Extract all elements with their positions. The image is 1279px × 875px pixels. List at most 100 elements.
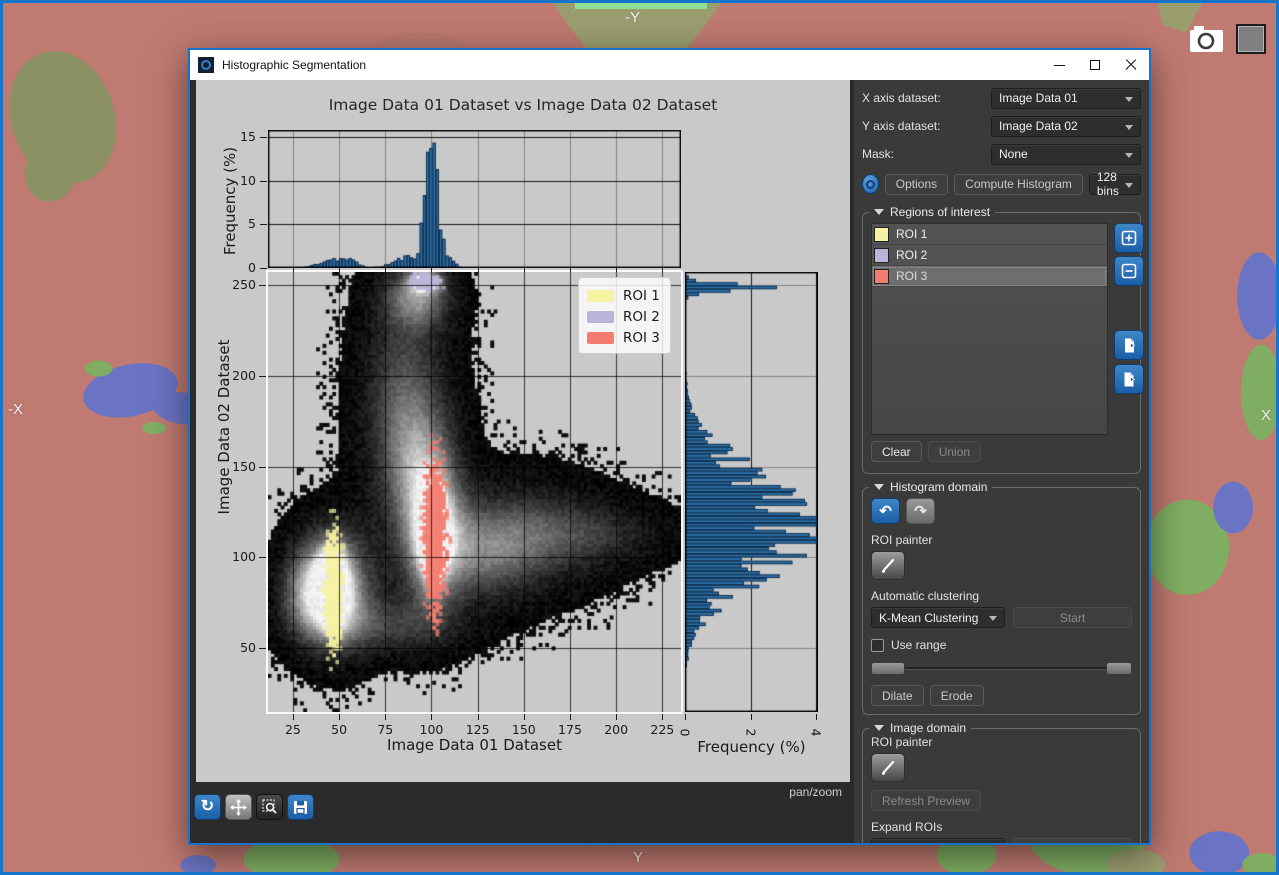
roi-list[interactable]: ROI 1 ROI 2 ROI 3	[871, 223, 1108, 435]
main-ylabel: Image Data 02 Dataset	[215, 337, 233, 517]
slider-handle-high[interactable]	[1106, 662, 1132, 675]
bg-axis-label-y: Y	[633, 849, 643, 866]
image-roi-painter-label: ROI painter	[871, 735, 1132, 749]
redo-button[interactable]: ↷	[906, 498, 935, 524]
roi-list-item-1[interactable]: ROI 1	[872, 224, 1107, 245]
tick-label: 10	[234, 173, 256, 188]
roi-list-item-2[interactable]: ROI 2	[872, 245, 1107, 266]
export-rois-button[interactable]	[1114, 364, 1144, 394]
tick-mark	[616, 268, 617, 272]
mask-dropdown[interactable]: None	[991, 144, 1141, 165]
tick-mark	[816, 714, 817, 720]
undo-button[interactable]: ↶	[871, 498, 900, 524]
legend-entry-roi-3: ROI 3	[587, 327, 660, 348]
use-range-label: Use range	[891, 638, 946, 652]
image-domain-group: Image domain ROI painter Refresh Preview…	[862, 728, 1141, 843]
toolbar-mode-status: pan/zoom	[789, 785, 842, 799]
expand-start-button[interactable]: Start	[1013, 838, 1132, 843]
zoom-rect-button[interactable]	[256, 794, 283, 820]
import-rois-button[interactable]	[1114, 330, 1144, 360]
legend-entry-roi-2: ROI 2	[587, 306, 660, 327]
right-xlabel: Frequency (%)	[685, 738, 818, 756]
chevron-down-icon	[1125, 153, 1133, 158]
desktop: -Y Y -X X Histographic Segmentation Imag…	[0, 0, 1279, 875]
close-button[interactable]	[1113, 50, 1149, 80]
home-reset-button[interactable]: ↻	[194, 794, 221, 820]
use-range-checkbox[interactable]	[871, 639, 884, 652]
chevron-down-icon	[1125, 183, 1133, 188]
y-axis-dataset-dropdown[interactable]: Image Data 02	[991, 116, 1141, 137]
bins-dropdown[interactable]: 128 bins	[1089, 174, 1141, 195]
tick-mark	[431, 268, 432, 272]
tick-label: 150	[510, 722, 538, 737]
bg-axis-label-negative-y: -Y	[625, 9, 640, 26]
legend-entry-roi-1: ROI 1	[587, 285, 660, 306]
bg-axis-label-x: X	[1261, 407, 1271, 424]
plot-legend: ROI 1 ROI 2 ROI 3	[578, 277, 671, 354]
clustering-start-button[interactable]: Start	[1013, 607, 1132, 628]
options-button[interactable]: Options	[885, 174, 948, 195]
tick-label: 100	[417, 722, 445, 737]
dilate-button[interactable]: Dilate	[871, 685, 924, 706]
range-slider[interactable]	[871, 662, 1132, 675]
clear-rois-button[interactable]: Clear	[871, 441, 922, 462]
tick-mark	[260, 181, 267, 182]
legend-color-patch	[587, 332, 614, 344]
tick-mark	[260, 224, 267, 225]
tick-label: 250	[226, 277, 256, 292]
window-title: Histographic Segmentation	[222, 58, 1041, 72]
save-figure-button[interactable]	[287, 794, 314, 820]
collapse-arrow-icon	[874, 209, 884, 215]
regions-of-interest-header[interactable]: Regions of interest	[869, 205, 995, 219]
tick-mark	[524, 268, 525, 272]
tick-mark	[662, 714, 663, 720]
expand-method-dropdown[interactable]: Watershed	[871, 838, 1005, 843]
minimize-button[interactable]	[1041, 50, 1077, 80]
refresh-preview-button[interactable]: Refresh Preview	[871, 790, 981, 811]
slider-handle-low[interactable]	[871, 662, 905, 675]
x-axis-dataset-label: X axis dataset:	[862, 91, 991, 105]
tick-mark	[570, 268, 571, 272]
tick-mark	[260, 268, 267, 269]
tick-mark	[385, 714, 386, 720]
auto-update-toggle-button[interactable]	[862, 174, 879, 194]
tick-label: 125	[464, 722, 492, 737]
tick-mark	[259, 467, 266, 468]
tick-mark	[524, 714, 525, 720]
legend-color-patch	[587, 290, 614, 302]
automatic-clustering-label: Automatic clustering	[871, 589, 1132, 603]
top-marginal-histogram[interactable]	[268, 130, 681, 268]
tick-mark	[751, 714, 752, 720]
tick-label: 15	[234, 129, 256, 144]
histogram-domain-header[interactable]: Histogram domain	[869, 480, 992, 494]
legend-color-patch	[587, 311, 614, 323]
maximize-button[interactable]	[1077, 50, 1113, 80]
tick-mark	[259, 557, 266, 558]
image-roi-painter-brush-button[interactable]	[871, 753, 905, 782]
titlebar[interactable]: Histographic Segmentation	[190, 50, 1149, 80]
color-swatch-icon[interactable]	[1236, 24, 1266, 54]
erode-button[interactable]: Erode	[930, 685, 984, 706]
tick-mark	[260, 137, 267, 138]
remove-roi-button[interactable]	[1114, 256, 1144, 286]
collapse-arrow-icon	[874, 725, 884, 731]
legend-label: ROI 2	[623, 309, 660, 325]
clustering-method-dropdown[interactable]: K-Mean Clustering	[871, 607, 1005, 628]
right-marginal-histogram[interactable]	[685, 272, 818, 712]
tick-mark	[339, 268, 340, 272]
regions-of-interest-group: Regions of interest ROI 1 ROI 2 ROI 3	[862, 212, 1141, 474]
pan-button[interactable]	[225, 794, 252, 820]
y-axis-dataset-label: Y axis dataset:	[862, 119, 991, 133]
tick-label: 5	[234, 216, 256, 231]
roi-list-item-3[interactable]: ROI 3	[872, 266, 1107, 287]
compute-histogram-button[interactable]: Compute Histogram	[954, 174, 1083, 195]
tick-mark	[259, 285, 266, 286]
roi-3-color-swatch	[874, 269, 889, 284]
camera-icon[interactable]	[1188, 23, 1226, 55]
roi-painter-brush-button[interactable]	[871, 551, 905, 580]
image-domain-header[interactable]: Image domain	[869, 721, 971, 735]
top-ylabel: Frequency (%)	[221, 131, 239, 271]
union-rois-button[interactable]: Union	[928, 441, 981, 462]
x-axis-dataset-dropdown[interactable]: Image Data 01	[991, 88, 1141, 109]
add-roi-button[interactable]	[1114, 223, 1144, 253]
